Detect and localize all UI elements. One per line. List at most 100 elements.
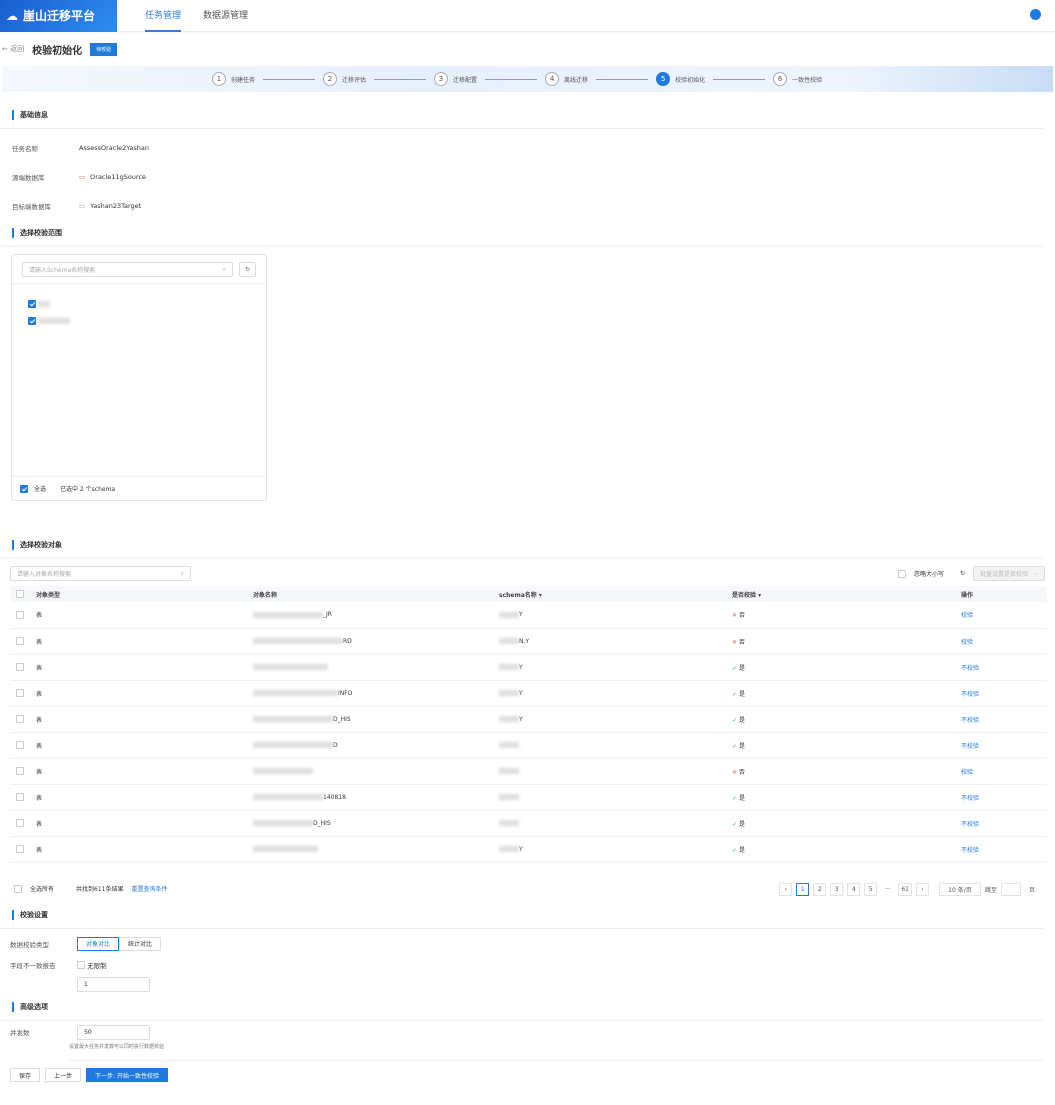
cross-icon: ✕ [732, 638, 738, 646]
database-icon: ▭ [79, 201, 86, 210]
table-row: 表 ✕ 否 校验 [10, 758, 1047, 785]
next-page-icon[interactable]: › [915, 883, 929, 896]
back-link[interactable]: ← 返回 [2, 44, 24, 54]
jump-input[interactable] [1000, 883, 1021, 896]
filter-icon[interactable]: ▾ [758, 592, 761, 599]
step-label: 创建任务 [231, 76, 256, 84]
table-row: 表 D_HIS ✓ 是 不校验 [10, 810, 1047, 837]
select-all-pages-checkbox[interactable] [14, 884, 22, 893]
filter-icon[interactable]: ▾ [539, 592, 542, 599]
row-checkbox[interactable] [16, 741, 24, 749]
header-checkbox[interactable] [16, 590, 24, 598]
row-checkbox[interactable] [16, 793, 24, 801]
page-2[interactable]: 3 [830, 883, 844, 896]
logo: ☁ 崖山迁移平台 [0, 0, 117, 32]
toggle-check-link[interactable]: 不校验 [961, 795, 979, 802]
step-connector [596, 78, 649, 80]
toggle-check-link[interactable]: 不校验 [961, 665, 979, 672]
section-title-advanced: 高级选项 [12, 1002, 1031, 1012]
step-connector [485, 78, 538, 80]
toggle-check-link[interactable]: 不校验 [961, 847, 979, 854]
step-label: 迁移配置 [453, 76, 478, 84]
section-title-scope: 选择校验范围 [12, 228, 1031, 238]
toggle-check-link[interactable]: 不校验 [961, 717, 979, 724]
check-icon: ✓ [732, 794, 738, 802]
step-number: 5 [656, 72, 671, 86]
search-icon[interactable]: ⌕ [181, 570, 184, 578]
limit-input[interactable]: 1 [77, 976, 150, 992]
checkbox[interactable] [28, 317, 36, 325]
parallel-input[interactable]: 50 [77, 1024, 150, 1040]
row-checkbox[interactable] [16, 663, 24, 671]
page-0[interactable]: 1 [796, 883, 810, 896]
step-1: 1 创建任务 [212, 72, 255, 86]
search-icon[interactable]: ⌕ [223, 266, 226, 274]
table-row: 表 Y ✓ 是 不校验 [10, 836, 1047, 863]
mode-stat-compare[interactable]: 统计对比 [119, 936, 162, 951]
mode-object-compare[interactable]: 对象对比 [77, 936, 120, 951]
next-button[interactable]: 下一步: 开始一致性校验 [86, 1068, 168, 1082]
page-title: 校验初始化 [32, 45, 83, 57]
row-checkbox[interactable] [16, 610, 24, 619]
row-checkbox[interactable] [16, 845, 24, 853]
top-bar: ☁ 崖山迁移平台 任务管理 数据源管理 [0, 0, 1055, 32]
refresh-icon[interactable]: ↻ [239, 262, 256, 277]
row-checkbox[interactable] [16, 819, 24, 827]
step-connector [374, 78, 427, 80]
info-row: 源端数据库 ▭ Oracle11gSource [12, 172, 147, 182]
page-4[interactable]: 5 [864, 883, 878, 896]
prev-button[interactable]: 上一步 [45, 1068, 82, 1082]
info-row: 目标端数据库 ▭ Yashan23Target [12, 201, 142, 211]
step-4: 4 离线迁移 [545, 72, 588, 86]
toggle-check-link[interactable]: 校验 [961, 639, 973, 646]
toggle-check-link[interactable]: 校验 [961, 612, 973, 619]
save-button[interactable]: 保存 [10, 1068, 41, 1082]
step-5: 5 校验初始化 [656, 72, 705, 86]
table-row: 表 Y ✓ 是 不校验 [10, 654, 1047, 681]
batch-set-select[interactable]: 批量设置是否校验 ⌄ [973, 566, 1045, 581]
page-5[interactable]: ··· [881, 883, 894, 896]
page-size-select[interactable]: 10 条/页 [938, 883, 981, 896]
unlimited-checkbox[interactable] [77, 961, 85, 969]
step-label: 迁移评估 [342, 76, 367, 84]
status-badge: 待校验 [90, 42, 118, 56]
check-icon: ✓ [732, 690, 738, 698]
cross-icon: ✕ [732, 768, 738, 776]
select-all-checkbox[interactable] [20, 484, 28, 493]
check-icon: ✓ [732, 846, 738, 854]
toggle-check-link[interactable]: 校验 [961, 769, 973, 776]
row-checkbox[interactable] [16, 689, 24, 697]
check-icon: ✓ [732, 716, 738, 724]
prev-page-icon[interactable]: ‹ [779, 883, 793, 896]
cloud-icon: ☁ [6, 8, 18, 23]
step-number: 4 [545, 72, 560, 86]
table-row: 表 140818 ✓ 是 不校验 [10, 784, 1047, 811]
schema-tree-panel: 请输入Schema名称搜索 ⌕ ↻ 全选 已选中 2 个schema [11, 254, 267, 501]
nav-datasource-management[interactable]: 数据源管理 [203, 0, 248, 32]
reset-query-link[interactable]: 重置查询条件 [131, 884, 167, 893]
toggle-check-link[interactable]: 不校验 [961, 743, 979, 750]
avatar[interactable] [1030, 9, 1041, 20]
row-checkbox[interactable] [16, 715, 24, 723]
ignore-case-checkbox[interactable] [897, 569, 906, 578]
refresh-icon[interactable]: ↻ [960, 570, 965, 577]
checkbox[interactable] [28, 300, 36, 308]
step-number: 3 [434, 72, 449, 86]
nav-task-management[interactable]: 任务管理 [145, 0, 182, 32]
page-3[interactable]: 4 [847, 883, 861, 896]
step-label: 校验初始化 [675, 76, 706, 84]
schema-search-input[interactable]: 请输入Schema名称搜索 ⌕ [22, 262, 233, 277]
toggle-check-link[interactable]: 不校验 [961, 821, 979, 828]
check-icon: ✓ [732, 664, 738, 672]
object-search-input[interactable]: 请输入对象名称搜索 ⌕ [10, 566, 191, 581]
step-3: 3 迁移配置 [434, 72, 477, 86]
page-1[interactable]: 2 [813, 883, 827, 896]
stepper: 1 创建任务 2 迁移评估 3 迁移配置 4 离线迁移 5 校验初始化 6 一致性校验 [2, 66, 1053, 92]
toggle-check-link[interactable]: 不校验 [961, 691, 979, 698]
step-connector [713, 78, 766, 80]
row-checkbox[interactable] [16, 767, 24, 775]
schema-item[interactable] [28, 296, 250, 313]
row-checkbox[interactable] [16, 637, 24, 645]
page-6[interactable]: 61 [898, 883, 912, 896]
schema-item[interactable] [28, 313, 250, 330]
